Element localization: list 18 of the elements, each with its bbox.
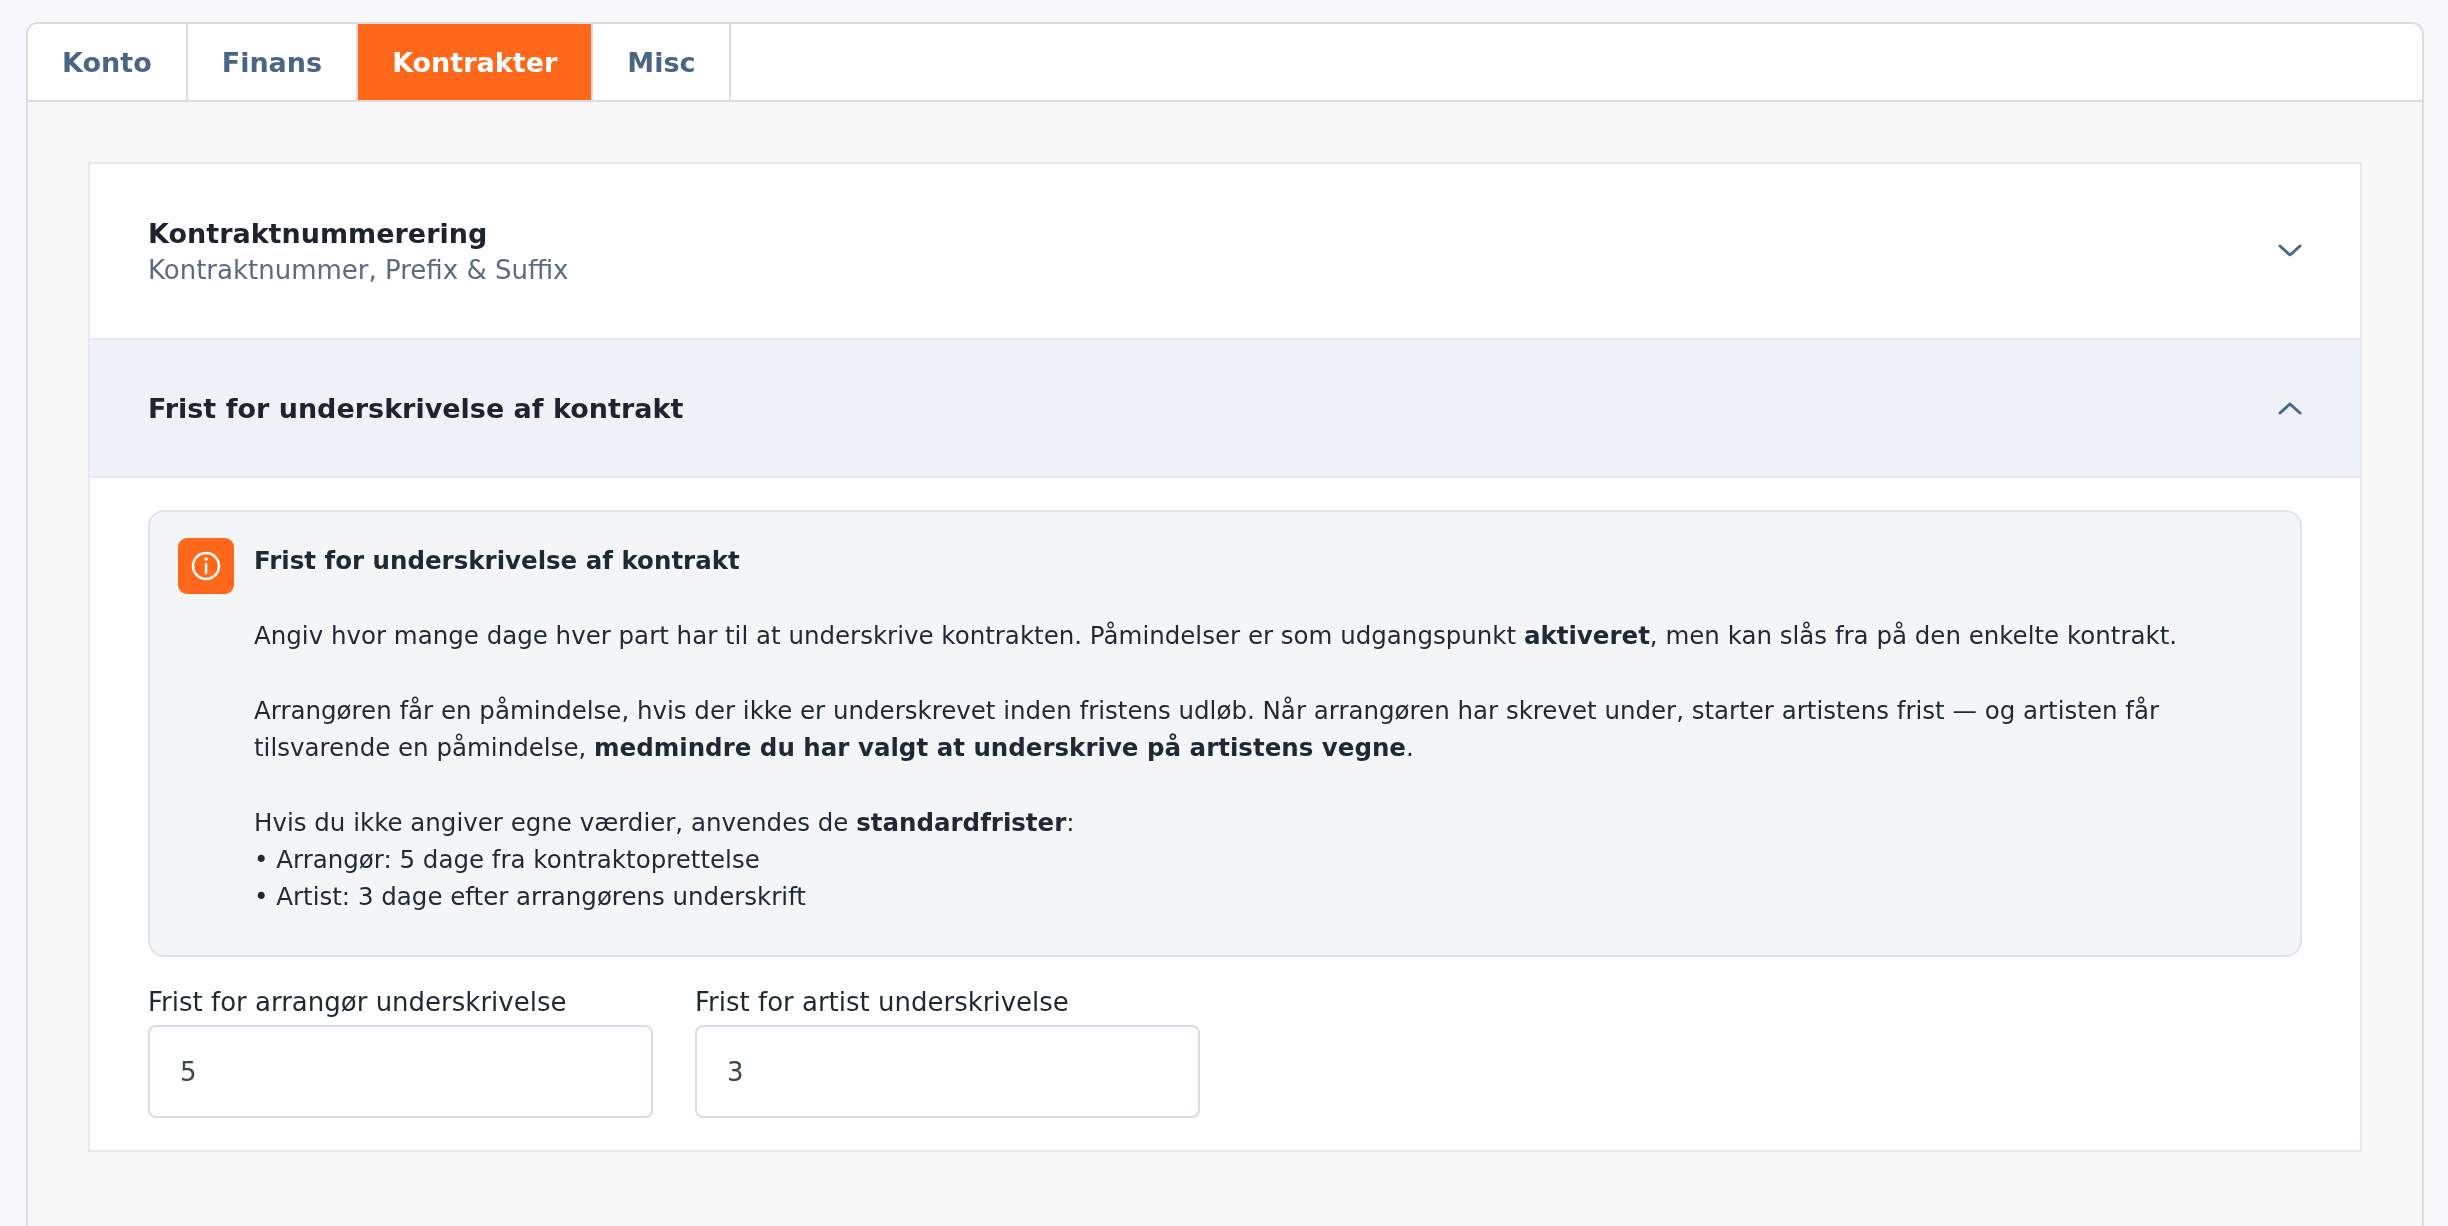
info-paragraph: Hvis du ikke angiver egne værdier, anvendes de standardfrister: — [254, 807, 1076, 839]
input-field[interactable]: 5 — [148, 1025, 653, 1118]
field-label: Frist for artist underskrivelse — [695, 987, 1070, 1017]
info-paragraph: Arrangøren får en påmindelse, hvis der ikke er underskrevet inden fristens udløb. Når arrangøren har skrevet under, starter artistens frist — og artisten får tilsvarende en påmindelse, medmindre du har valgt at underskrive på artistens vegne. — [254, 695, 2160, 764]
section-title: Frist for underskrivelse af kontrakt — [148, 392, 684, 424]
chevron-up-icon[interactable] — [2278, 401, 2302, 415]
input-field[interactable]: 3 — [695, 1025, 1200, 1118]
bullet-item: • Artist: 3 dage efter arrangørens underskrift — [254, 881, 807, 913]
info-icon — [178, 538, 234, 594]
section-subtitle: Kontraktnummer, Prefix & Suffix — [148, 254, 569, 285]
bullet-item: • Arrangør: 5 dage fra kontraktoprettelse — [254, 844, 761, 876]
field-label: Frist for arrangør underskrivelse — [148, 987, 568, 1017]
tab[interactable]: Konto — [28, 24, 188, 100]
info-title: Frist for underskrivelse af kontrakt — [254, 545, 741, 577]
info-paragraph: Angiv hvor mange dage hver part har til at underskrive kontrakten. Påmindelser er som udgangspunkt aktiveret, men kan slås fra på den enkelte kontrakt. — [254, 620, 2179, 652]
section-title: Kontraktnummerering — [148, 217, 489, 249]
accordion-header[interactable]: Frist for underskrivelse af kontrakt — [90, 340, 2360, 478]
chevron-down-icon[interactable] — [2278, 244, 2302, 258]
